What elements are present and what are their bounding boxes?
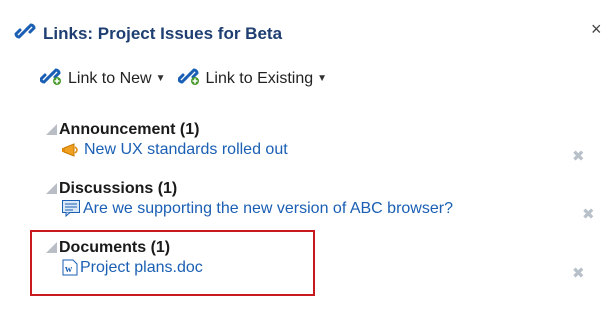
link-to-new-label: Link to New: [68, 69, 152, 87]
links-panel: Links: Project Issues for Beta × Link to…: [0, 0, 604, 327]
delete-icon[interactable]: ✖: [572, 149, 585, 164]
link-add-icon: [39, 66, 62, 91]
panel-header: Links: Project Issues for Beta: [14, 20, 282, 47]
highlight-box: [30, 230, 315, 296]
panel-title: Links: Project Issues for Beta: [43, 23, 283, 43]
delete-icon[interactable]: ✖: [572, 266, 585, 281]
announcement-link[interactable]: New UX standards rolled out: [84, 140, 288, 159]
link-chain-icon: [14, 20, 36, 47]
link-to-existing-label: Link to Existing: [205, 69, 314, 87]
link-to-existing-button[interactable]: Link to Existing ▼: [176, 66, 328, 91]
collapse-triangle-icon[interactable]: [46, 183, 57, 194]
link-add-icon: [176, 66, 200, 91]
group-title: Discussions (1): [59, 180, 178, 197]
discussion-icon: [62, 200, 81, 217]
link-to-new-button[interactable]: Link to New ▼: [39, 66, 166, 91]
group-title: Announcement (1): [59, 121, 200, 138]
list-item: New UX standards rolled out: [62, 140, 288, 159]
close-icon[interactable]: ×: [591, 19, 602, 39]
list-item: Are we supporting the new version of ABC…: [62, 199, 453, 218]
group-discussions: Discussions (1) Are we supporting the ne…: [46, 179, 453, 218]
group-announcement: Announcement (1) New UX standards rolled…: [46, 120, 288, 159]
chevron-down-icon: ▼: [317, 73, 328, 84]
chevron-down-icon: ▼: [155, 73, 166, 84]
discussion-link[interactable]: Are we supporting the new version of ABC…: [83, 199, 453, 218]
megaphone-icon: [62, 142, 82, 158]
collapse-triangle-icon[interactable]: [46, 124, 57, 135]
toolbar: Link to New ▼ Link to Existing ▼: [39, 66, 328, 91]
delete-icon[interactable]: ✖: [582, 207, 595, 222]
